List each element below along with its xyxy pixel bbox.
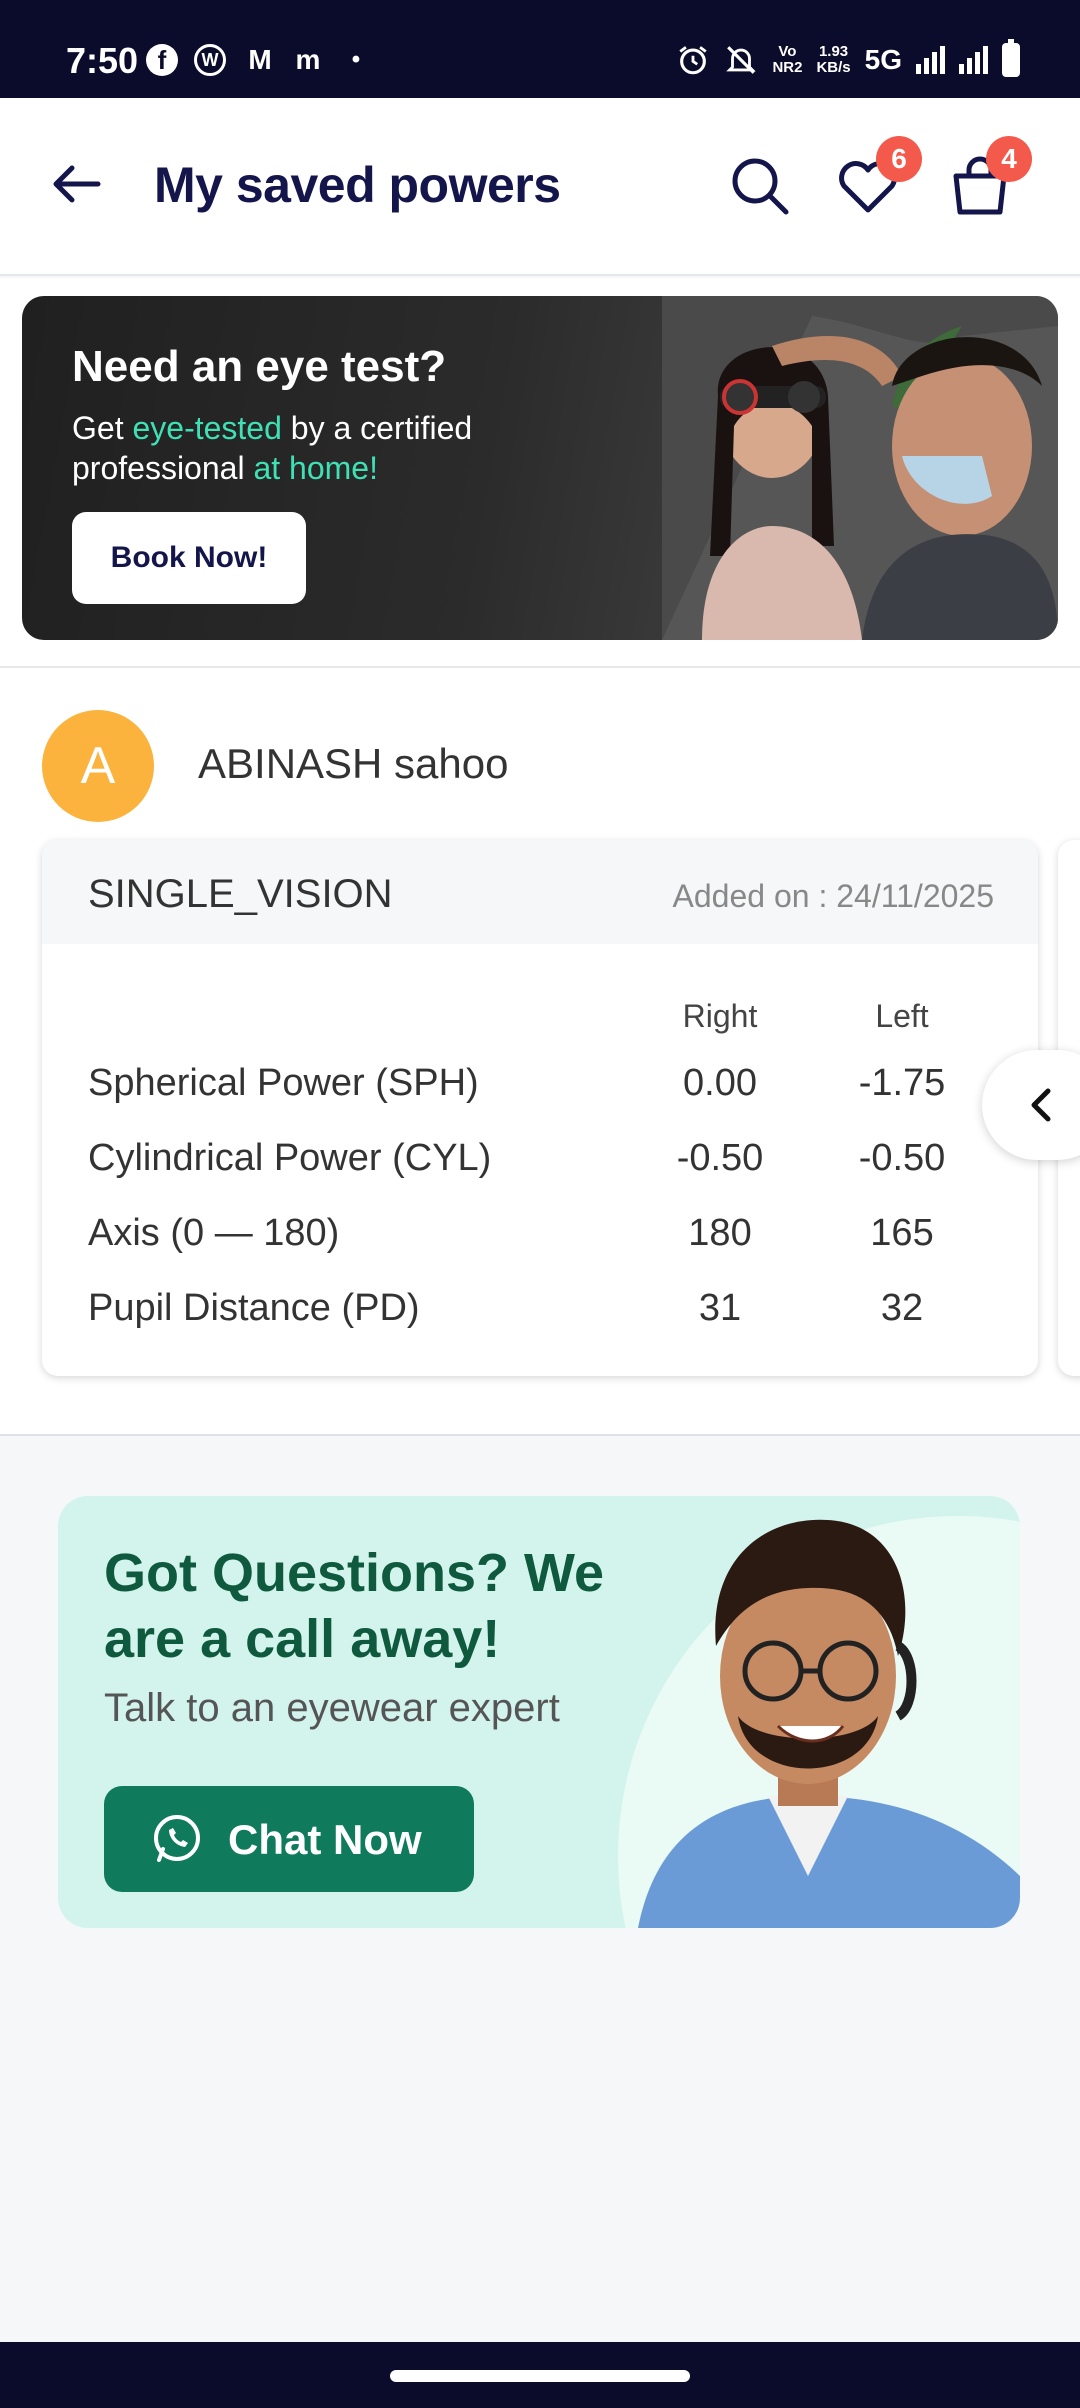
- banner-title: Need an eye test?: [72, 342, 447, 391]
- axis-label: Axis (0 — 180): [88, 1212, 340, 1254]
- pd-left-value: 32: [880, 1287, 924, 1329]
- sph-label: Spherical Power (SPH): [88, 1062, 479, 1104]
- eye-test-photo: [662, 296, 1058, 640]
- system-nav-bar: [0, 2342, 1080, 2408]
- column-header-right: Right: [682, 998, 758, 1034]
- signal-icon-2: [959, 46, 988, 74]
- signal-icon: [916, 46, 945, 74]
- cart-count-badge: 4: [986, 136, 1032, 182]
- cyl-left-value: -0.50: [858, 1137, 946, 1179]
- cyl-label: Cylindrical Power (CYL): [88, 1137, 492, 1179]
- back-arrow-icon: [53, 165, 101, 203]
- network-type: 5G: [864, 44, 902, 75]
- help-card: Got Questions? We are a call away! Talk …: [58, 1496, 1020, 1928]
- app-header: My saved powers 6 4: [0, 98, 1080, 276]
- home-gesture-handle[interactable]: [390, 2370, 690, 2382]
- saved-power-section: A ABINASH sahoo SINGLE_VISION Added on :…: [0, 666, 1080, 1436]
- help-subtitle: Talk to an eyewear expert: [104, 1686, 560, 1730]
- axis-left-value: 165: [870, 1212, 934, 1254]
- facebook-icon: f: [146, 44, 178, 76]
- column-header-left: Left: [875, 998, 929, 1034]
- app-m-icon: M: [248, 44, 272, 75]
- chevron-left-icon: [1031, 1088, 1051, 1122]
- sph-right-value: 0.00: [683, 1062, 757, 1104]
- whatsapp-icon: [154, 1815, 200, 1862]
- prescription-card[interactable]: SINGLE_VISION Added on : 24/11/2025 Righ…: [42, 840, 1038, 1376]
- bell-off-icon: [726, 46, 757, 74]
- sph-left-value: -1.75: [858, 1062, 946, 1104]
- notification-dot: •: [351, 46, 361, 73]
- added-on-date: Added on : 24/11/2025: [672, 878, 994, 914]
- status-bar: 7:50 f W M m • Vo NR2 1.93 KB/s 5G: [0, 0, 1080, 98]
- avatar: A: [42, 710, 154, 822]
- banner-subtitle: Get eye-tested by a certified profession…: [72, 410, 473, 486]
- eye-test-banner-section: Need an eye test? Get eye-tested by a ce…: [0, 278, 1080, 666]
- page-title: My saved powers: [154, 157, 561, 213]
- user-name: ABINASH sahoo: [198, 740, 509, 787]
- eye-test-banner[interactable]: Need an eye test? Get eye-tested by a ce…: [22, 296, 1058, 640]
- wishlist-count-badge: 6: [876, 136, 922, 182]
- chat-now-label: Chat Now: [228, 1816, 422, 1863]
- help-title: Got Questions? We are a call away!: [104, 1543, 605, 1669]
- status-time: 7:50: [66, 40, 139, 81]
- cyl-right-value: -0.50: [676, 1137, 764, 1179]
- book-now-button[interactable]: Book Now!: [72, 512, 306, 604]
- pd-label: Pupil Distance (PD): [88, 1287, 420, 1329]
- prescription-card-header: SINGLE_VISION Added on : 24/11/2025: [42, 840, 1038, 944]
- alarm-icon: [679, 46, 708, 75]
- whatsapp-status-icon: W: [194, 44, 226, 76]
- back-button[interactable]: [44, 152, 108, 216]
- axis-right-value: 180: [688, 1212, 752, 1254]
- battery-icon: [1002, 39, 1020, 77]
- app-m-small-icon: m: [295, 44, 321, 75]
- chat-now-button[interactable]: Chat Now: [104, 1786, 474, 1892]
- net-speed: 1.93 KB/s: [816, 43, 851, 76]
- lens-type: SINGLE_VISION: [88, 872, 393, 916]
- vonr-indicator: Vo NR2: [772, 43, 803, 76]
- search-icon: [732, 158, 789, 215]
- pd-right-value: 31: [698, 1287, 742, 1329]
- search-button[interactable]: [726, 152, 794, 220]
